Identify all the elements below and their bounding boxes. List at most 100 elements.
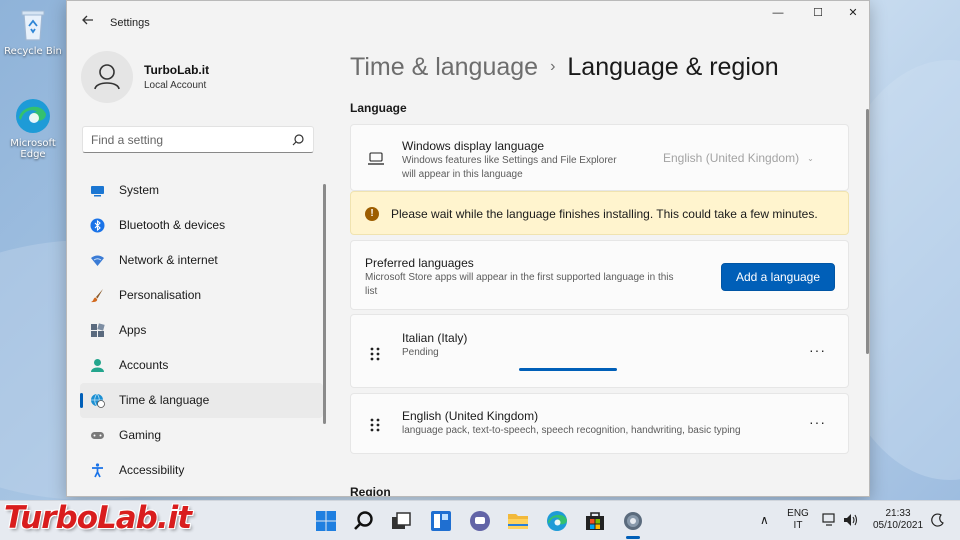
recycle-bin-label: Recycle Bin [4,46,62,57]
settings-window: Settings — ☐ ✕ TurboLab.it Local Account… [66,0,870,497]
task-view-icon[interactable] [389,509,413,533]
edge-icon[interactable] [545,509,569,533]
sidebar-item-personalisation[interactable]: Personalisation [80,278,323,313]
search-icon[interactable] [352,509,376,533]
maximize-button[interactable]: ☐ [801,1,835,27]
sidebar-item-apps[interactable]: Apps [80,313,323,348]
window-title: Settings [110,17,150,29]
sidebar-scrollbar[interactable] [323,184,326,424]
sidebar-item-label: Apps [119,323,147,337]
language-item-italian[interactable]: Italian (Italy) Pending ··· [350,314,849,388]
edge-label-line1: Microsoft [10,138,56,149]
system-icon [91,186,104,197]
chat-icon[interactable] [468,509,492,533]
page-title: Language & region [567,53,779,81]
store-icon[interactable] [583,509,607,533]
content-scrollbar[interactable] [866,109,869,354]
language-section-title: Language [350,101,407,115]
recycle-bin-desktop-icon[interactable]: Recycle Bin [3,4,63,57]
breadcrumb-separator: › [550,58,556,75]
preferred-languages-card: Preferred languages Microsoft Store apps… [350,240,849,310]
input-language-primary: ENG [787,508,809,519]
edge-icon [13,96,53,136]
search-placeholder: Find a setting [91,133,164,147]
display-language-title: Windows display language [402,139,545,153]
more-options-icon[interactable]: ··· [809,342,826,358]
sidebar-item-label: Accessibility [119,463,185,477]
language-features: language pack, text-to-speech, speech re… [402,425,741,436]
clock[interactable]: 21:33 05/10/2021 [868,508,928,532]
sidebar-item-label: Accounts [119,358,169,372]
language-name: English (United Kingdom) [402,409,539,423]
install-progress-bar [519,368,617,371]
sidebar-item-system[interactable]: System [80,173,323,208]
accessibility-icon [92,463,103,478]
sidebar-item-label: Time & language [119,393,210,407]
input-language-indicator[interactable]: ENG IT [785,508,811,532]
back-button[interactable] [79,13,97,31]
recycle-bin-icon [13,4,53,44]
display-language-desc-2: will appear in this language [402,169,523,180]
breadcrumb-parent[interactable]: Time & language [350,53,538,81]
preferred-languages-title: Preferred languages [365,256,474,270]
laptop-icon [368,152,384,165]
edge-desktop-icon[interactable]: Microsoft Edge [3,96,63,160]
arrow-left-icon [82,15,93,25]
sidebar-nav: System Bluetooth & devices Network & int… [80,173,323,488]
settings-icon[interactable] [621,509,645,533]
search-icon [292,134,304,146]
focus-assist-icon[interactable] [931,513,945,527]
brush-icon [91,289,103,303]
drag-handle-icon[interactable] [369,417,381,433]
drag-handle-icon[interactable] [369,346,381,362]
display-language-card: Windows display language Windows feature… [350,124,849,191]
warning-icon: ! [365,207,379,221]
widgets-icon[interactable] [429,509,453,533]
start-icon[interactable] [314,509,338,533]
edge-label-line2: Edge [20,149,46,160]
tray-overflow-chevron[interactable]: ∧ [760,514,769,526]
preferred-languages-desc-1: Microsoft Store apps will appear in the … [365,272,674,283]
file-explorer-icon[interactable] [506,509,530,533]
sidebar-item-accessibility[interactable]: Accessibility [80,453,323,488]
region-section-title: Region [350,485,391,497]
volume-icon[interactable] [843,513,859,527]
clock-time: 21:33 [885,508,911,519]
apps-icon [91,323,105,337]
sidebar-item-network[interactable]: Network & internet [80,243,323,278]
sidebar-item-label: Bluetooth & devices [119,218,226,232]
profile-account-type: Local Account [144,80,207,91]
display-language-dropdown[interactable]: English (United Kingdom) ⌄ [663,151,814,165]
search-input[interactable]: Find a setting [82,126,314,153]
gamepad-icon [91,432,104,439]
user-icon [94,64,120,90]
title-bar: Settings — ☐ ✕ [67,1,869,29]
banner-text: Please wait while the language finishes … [391,207,818,221]
profile-name: TurboLab.it [144,63,210,77]
accounts-icon [91,359,104,372]
add-language-button[interactable]: Add a language [721,263,835,291]
sidebar-item-label: System [119,183,160,197]
close-button[interactable]: ✕ [836,1,869,27]
more-options-icon[interactable]: ··· [809,414,826,430]
input-language-secondary: IT [793,520,803,531]
sidebar-item-accounts[interactable]: Accounts [80,348,323,383]
install-warning-banner: ! Please wait while the language finishe… [350,191,849,235]
sidebar-item-time-language[interactable]: Time & language [80,383,323,418]
language-name: Italian (Italy) [402,331,468,345]
bluetooth-icon [90,218,105,233]
active-app-indicator [626,536,640,539]
globe-clock-icon [91,393,105,408]
network-icon[interactable] [822,513,838,527]
preferred-languages-desc-2: list [365,286,378,297]
language-item-english[interactable]: English (United Kingdom) language pack, … [350,393,849,454]
sidebar-item-gaming[interactable]: Gaming [80,418,323,453]
avatar [81,51,133,103]
sidebar-item-label: Personalisation [119,288,202,302]
sidebar-item-bluetooth[interactable]: Bluetooth & devices [80,208,323,243]
active-indicator [80,393,83,408]
chevron-down-icon: ⌄ [807,154,814,163]
sidebar-item-label: Gaming [119,428,162,442]
minimize-button[interactable]: — [761,1,795,27]
turbolab-watermark-logo: TurboLab.it [4,500,192,536]
